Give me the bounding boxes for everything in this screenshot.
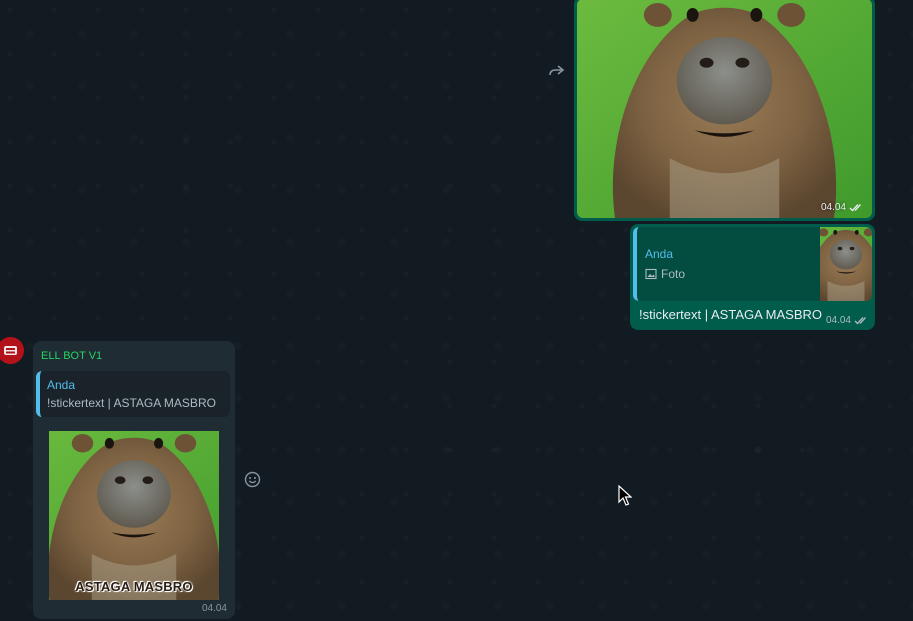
mouse-cursor (618, 485, 632, 506)
capybara-photo[interactable]: 04.04 (577, 0, 872, 218)
message-meta: 04.04 (826, 315, 869, 326)
quoted-message[interactable]: Anda !stickertext | ASTAGA MASBRO (36, 371, 230, 417)
message-text: !stickertext | ASTAGA MASBRO (639, 307, 823, 322)
outgoing-image-message[interactable]: 04.04 (574, 0, 875, 221)
quoted-message[interactable]: Anda Foto (633, 227, 872, 301)
quoted-text: !stickertext | ASTAGA MASBRO (47, 396, 216, 410)
message-time: 04.04 (820, 202, 846, 213)
message-time: 04.04 (201, 603, 227, 614)
message-time: 04.04 (825, 315, 851, 326)
quoted-media-label: Foto (645, 267, 685, 281)
forward-icon[interactable] (546, 62, 568, 80)
double-check-icon (849, 204, 861, 212)
sticker-caption: ASTAGA MASBRO (75, 579, 193, 594)
quoted-author: Anda (645, 247, 674, 261)
emoji-icon[interactable] (242, 469, 262, 489)
quoted-author: Anda (47, 378, 76, 392)
avatar[interactable] (0, 337, 24, 364)
incoming-sticker-message[interactable]: ELL BOT V1 Anda !stickertext | ASTAGA MA… (33, 341, 235, 619)
message-meta: 04.04 (821, 202, 864, 213)
chat-panel: 04.04 Anda Foto !stickertext | ASTAGA MA… (0, 0, 913, 621)
sticker-image[interactable]: ASTAGA MASBRO (49, 431, 219, 600)
outgoing-reply-message[interactable]: Anda Foto !stickertext | ASTAGA MASBRO 0… (630, 224, 875, 330)
quoted-thumbnail (820, 227, 872, 301)
image-icon (645, 268, 657, 280)
sender-name[interactable]: ELL BOT V1 (41, 350, 102, 362)
double-check-icon (854, 317, 866, 325)
